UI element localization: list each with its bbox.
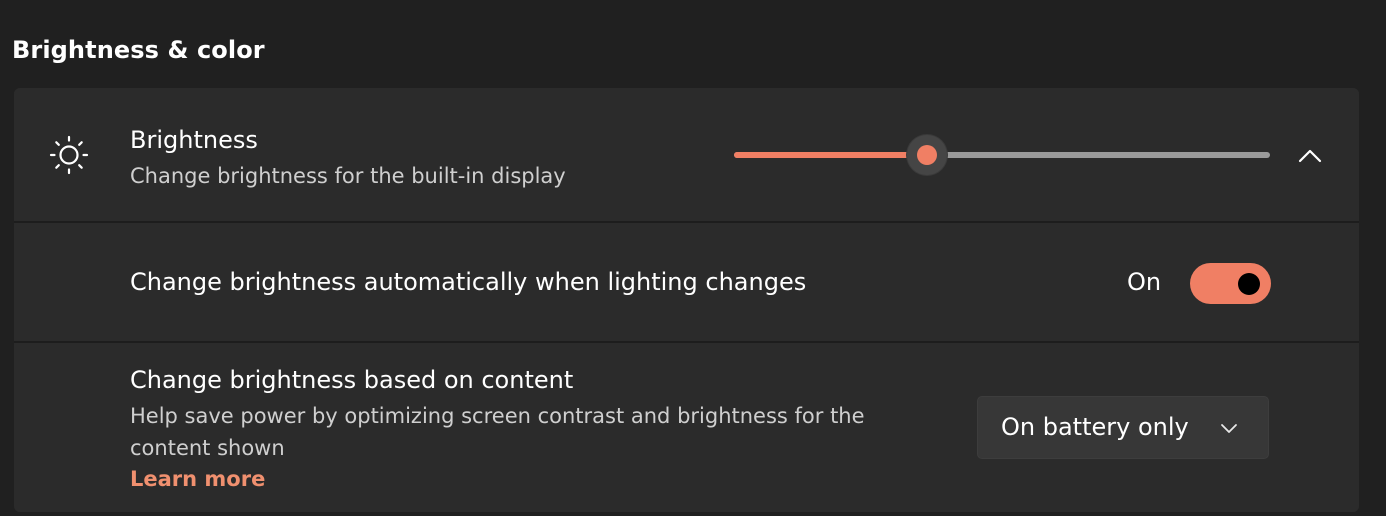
content-brightness-description: Help save power by optimizing screen con…	[130, 404, 865, 460]
content-brightness-dropdown[interactable]: On battery only	[977, 396, 1269, 459]
auto-brightness-row: Change brightness automatically when lig…	[14, 223, 1359, 341]
toggle-state-label: On	[1127, 268, 1162, 296]
brightness-title: Brightness	[130, 126, 258, 154]
learn-more-link[interactable]: Learn more	[130, 467, 265, 491]
content-brightness-title: Change brightness based on content	[130, 366, 574, 394]
chevron-down-icon	[1221, 424, 1237, 433]
toggle-knob	[1238, 273, 1260, 295]
section-title: Brightness & color	[12, 36, 265, 64]
slider-fill	[734, 152, 927, 158]
slider-thumb[interactable]	[907, 135, 947, 175]
auto-brightness-toggle[interactable]	[1190, 263, 1271, 304]
dropdown-selected-value: On battery only	[1001, 413, 1189, 441]
sun-icon	[49, 135, 89, 175]
brightness-settings-card: Brightness Change brightness for the bui…	[14, 88, 1359, 512]
brightness-row[interactable]: Brightness Change brightness for the bui…	[14, 88, 1359, 221]
content-brightness-row: Change brightness based on content Help …	[14, 343, 1359, 512]
chevron-up-icon[interactable]	[1294, 140, 1326, 172]
auto-brightness-label: Change brightness automatically when lig…	[130, 268, 807, 296]
brightness-slider[interactable]	[734, 135, 1274, 175]
brightness-subtitle: Change brightness for the built-in displ…	[130, 164, 566, 188]
